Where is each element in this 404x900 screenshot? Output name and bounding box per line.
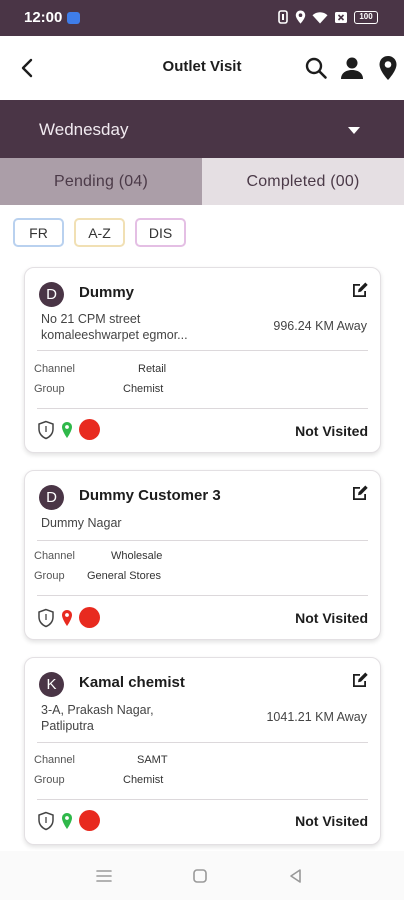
home-icon[interactable] — [190, 866, 210, 886]
dropdown-caret-icon — [348, 127, 360, 134]
visit-status: Not Visited — [295, 610, 368, 626]
divider — [37, 350, 368, 351]
location-pin-icon — [62, 421, 72, 438]
status-dot-icon — [79, 419, 100, 440]
edit-icon[interactable] — [350, 280, 370, 300]
tab-completed[interactable]: Completed (00) — [202, 158, 404, 205]
battery-icon: 100 — [354, 10, 378, 24]
outlet-address-line1: No 21 CPM street — [41, 312, 141, 326]
shield-icon — [38, 420, 54, 439]
sim-x-icon — [335, 11, 347, 23]
group-value: General Stores — [87, 570, 161, 582]
group-value: Chemist — [123, 383, 164, 395]
filter-bar: FR A-Z DIS — [0, 205, 404, 261]
avatar: D — [39, 282, 64, 307]
day-selector[interactable]: Wednesday — [0, 100, 404, 158]
menu-icon[interactable] — [94, 866, 114, 886]
visit-status: Not Visited — [295, 423, 368, 439]
avatar: D — [39, 485, 64, 510]
status-dot-icon — [79, 810, 100, 831]
outlet-address-line2: Patliputra — [41, 719, 94, 733]
status-bar: 12:00 100 — [0, 0, 404, 36]
status-icons: 100 — [277, 10, 378, 24]
outlet-distance: 996.24 KM Away — [273, 319, 367, 333]
location-pin-icon — [62, 609, 72, 626]
channel-label: Channel — [34, 363, 75, 375]
channel-value: Wholesale — [111, 550, 163, 562]
outlet-address-line2: komaleeshwarpet egmor... — [41, 328, 188, 342]
wifi-icon — [312, 11, 328, 23]
app-notification-icon — [67, 12, 80, 24]
divider — [37, 408, 368, 409]
channel-label: Channel — [34, 754, 75, 766]
tab-pending[interactable]: Pending (04) — [0, 158, 202, 205]
filter-fr-button[interactable]: FR — [13, 218, 64, 247]
user-profile-icon[interactable] — [338, 54, 366, 82]
channel-label: Channel — [34, 550, 75, 562]
divider — [37, 742, 368, 743]
vibrate-icon — [278, 10, 288, 24]
outlet-list[interactable]: D Dummy No 21 CPM street komaleeshwarpet… — [0, 261, 404, 851]
group-label: Group — [34, 570, 65, 582]
search-icon[interactable] — [302, 54, 330, 82]
outlet-name: Dummy Customer 3 — [79, 487, 221, 504]
outlet-card[interactable]: K Kamal chemist 3-A, Prakash Nagar, Patl… — [24, 657, 381, 845]
outlet-distance: 1041.21 KM Away — [266, 710, 367, 724]
shield-icon — [38, 811, 54, 830]
edit-icon[interactable] — [350, 670, 370, 690]
divider — [37, 595, 368, 596]
visit-tabs: Pending (04) Completed (00) — [0, 158, 404, 205]
outlet-name: Kamal chemist — [79, 674, 185, 691]
outlet-card[interactable]: D Dummy Customer 3 Dummy Nagar Channel W… — [24, 470, 381, 640]
channel-value: SAMT — [137, 754, 168, 766]
edit-icon[interactable] — [350, 483, 370, 503]
card-status-icons — [37, 419, 100, 440]
shield-icon — [38, 608, 54, 627]
card-status-icons — [37, 810, 100, 831]
day-selector-value: Wednesday — [39, 120, 129, 139]
divider — [37, 799, 368, 800]
card-status-icons — [37, 607, 100, 628]
outlet-address-line1: 3-A, Prakash Nagar, — [41, 703, 154, 717]
app-header: Outlet Visit — [0, 36, 404, 100]
group-label: Group — [34, 774, 65, 786]
avatar: K — [39, 672, 64, 697]
divider — [37, 540, 368, 541]
location-status-icon — [295, 10, 306, 24]
channel-value: Retail — [138, 363, 167, 375]
filter-az-button[interactable]: A-Z — [74, 218, 125, 247]
status-dot-icon — [79, 607, 100, 628]
filter-dis-button[interactable]: DIS — [135, 218, 186, 247]
map-pin-icon[interactable] — [374, 54, 402, 82]
system-nav-bar — [0, 851, 404, 900]
group-value: Chemist — [123, 774, 164, 786]
status-time: 12:00 — [24, 9, 63, 26]
outlet-address-line1: Dummy Nagar — [41, 516, 122, 530]
group-label: Group — [34, 383, 65, 395]
visit-status: Not Visited — [295, 813, 368, 829]
outlet-card[interactable]: D Dummy No 21 CPM street komaleeshwarpet… — [24, 267, 381, 453]
location-pin-icon — [62, 812, 72, 829]
back-nav-icon[interactable] — [286, 866, 306, 886]
outlet-name: Dummy — [79, 284, 135, 301]
